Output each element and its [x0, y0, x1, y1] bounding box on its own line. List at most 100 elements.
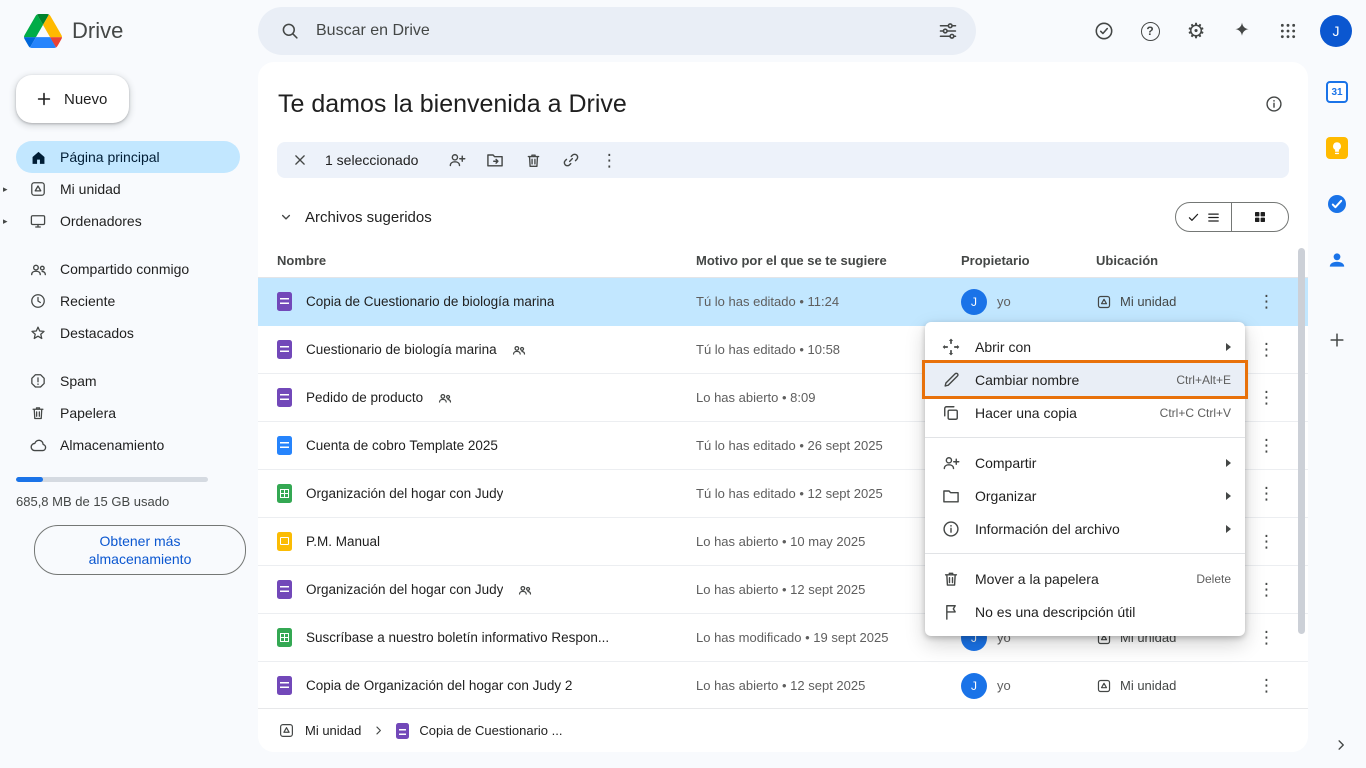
- column-header-owner[interactable]: Propietario: [961, 253, 1096, 268]
- menu-item[interactable]: Información del archivo: [925, 512, 1245, 545]
- row-more-button[interactable]: ⋮: [1244, 532, 1289, 552]
- storage-usage-text: 685,8 MB de 15 GB usado: [16, 494, 242, 509]
- menu-shortcut: Ctrl+Alt+E: [1176, 373, 1231, 387]
- home-icon: [28, 147, 48, 167]
- contacts-icon[interactable]: [1325, 248, 1349, 272]
- share-add-person-icon[interactable]: [440, 143, 474, 177]
- trash-icon: [941, 569, 961, 589]
- grid-view-button[interactable]: [1232, 203, 1288, 231]
- trash-icon[interactable]: [516, 143, 550, 177]
- sidebar-item-trash[interactable]: Papelera: [16, 397, 240, 429]
- menu-item-label: Abrir con: [975, 339, 1212, 355]
- menu-item[interactable]: Hacer una copia Ctrl+C Ctrl+V: [925, 396, 1245, 429]
- menu-item-label: Hacer una copia: [975, 405, 1146, 421]
- gemini-sparkle-icon[interactable]: [1222, 11, 1262, 51]
- info-icon[interactable]: [1264, 94, 1284, 114]
- sidebar-item-computers[interactable]: ▸ Ordenadores: [16, 205, 240, 237]
- sidebar-item-starred[interactable]: Destacados: [16, 317, 240, 349]
- new-button[interactable]: Nuevo: [16, 75, 129, 123]
- file-name: Cuestionario de biología marina: [306, 342, 497, 357]
- breadcrumb-item-my-drive[interactable]: Mi unidad: [305, 723, 361, 738]
- settings-gear-icon[interactable]: ⚙: [1176, 11, 1216, 51]
- link-icon[interactable]: [554, 143, 588, 177]
- row-more-button[interactable]: ⋮: [1244, 676, 1289, 696]
- sidebar-item-my-drive[interactable]: ▸ Mi unidad: [16, 173, 240, 205]
- docs-file-icon: [277, 436, 292, 455]
- sidebar-item-shared-with-me[interactable]: Compartido conmigo: [16, 253, 240, 285]
- column-header-location[interactable]: Ubicación: [1096, 253, 1244, 268]
- file-info-icon: [941, 519, 961, 539]
- row-more-button[interactable]: ⋮: [1244, 484, 1289, 504]
- menu-shortcut: Ctrl+C Ctrl+V: [1160, 406, 1231, 420]
- row-more-button[interactable]: ⋮: [1244, 340, 1289, 360]
- column-header-name[interactable]: Nombre: [277, 253, 696, 268]
- scrollbar-thumb[interactable]: [1298, 248, 1305, 634]
- submenu-arrow-icon: [1226, 492, 1231, 500]
- get-more-storage-button[interactable]: Obtener más almacenamiento: [34, 525, 246, 575]
- file-reason: Tú lo has editado • 10:58: [696, 342, 961, 357]
- row-more-button[interactable]: ⋮: [1244, 628, 1289, 648]
- owner-name: yo: [997, 294, 1011, 309]
- row-more-button[interactable]: ⋮: [1244, 580, 1289, 600]
- row-more-button[interactable]: ⋮: [1244, 388, 1289, 408]
- menu-item[interactable]: Cambiar nombre Ctrl+Alt+E: [925, 363, 1245, 396]
- add-side-panel-app-icon[interactable]: [1325, 328, 1349, 352]
- menu-item[interactable]: Abrir con: [925, 330, 1245, 363]
- sidebar: Nuevo Página principal ▸ Mi unidad ▸: [0, 62, 258, 768]
- folder-icon: [941, 486, 961, 506]
- expand-arrow-icon[interactable]: ▸: [3, 184, 8, 195]
- file-row[interactable]: Copia de Organización del hogar con Judy…: [258, 662, 1308, 710]
- breadcrumb-item-current-file[interactable]: Copia de Cuestionario ...: [419, 723, 562, 738]
- expand-side-panel-icon[interactable]: [1332, 736, 1350, 754]
- expand-arrow-icon[interactable]: ▸: [3, 216, 8, 227]
- file-name: Organización del hogar con Judy: [306, 486, 503, 501]
- column-header-reason[interactable]: Motivo por el que se te sugiere: [696, 253, 961, 268]
- row-more-button[interactable]: ⋮: [1244, 292, 1289, 312]
- row-more-button[interactable]: ⋮: [1244, 436, 1289, 456]
- menu-shortcut: Delete: [1196, 572, 1231, 586]
- search-options-icon[interactable]: [930, 13, 966, 49]
- close-selection-icon[interactable]: [283, 143, 317, 177]
- chevron-right-icon: [371, 723, 386, 738]
- search-input[interactable]: [314, 21, 924, 41]
- drive-logo-area[interactable]: Drive: [0, 14, 258, 48]
- apps-grid-icon[interactable]: [1268, 11, 1308, 51]
- copy-icon: [941, 403, 961, 423]
- sidebar-item-label: Mi unidad: [60, 181, 121, 197]
- sidebar-item-recent[interactable]: Reciente: [16, 285, 240, 317]
- help-icon[interactable]: ?: [1130, 11, 1170, 51]
- menu-divider: [925, 553, 1245, 554]
- menu-item[interactable]: Organizar: [925, 479, 1245, 512]
- list-view-button[interactable]: [1176, 203, 1232, 231]
- storage-progress-fill: [16, 477, 43, 482]
- offline-status-icon[interactable]: [1084, 11, 1124, 51]
- owner-name: yo: [997, 678, 1011, 693]
- collapse-section-icon[interactable]: [277, 208, 295, 226]
- submenu-arrow-icon: [1226, 459, 1231, 467]
- file-reason: Tú lo has editado • 12 sept 2025: [696, 486, 961, 501]
- tasks-icon[interactable]: [1325, 192, 1349, 216]
- forms-file-icon: [277, 388, 292, 407]
- search-icon[interactable]: [272, 13, 308, 49]
- shared-people-icon: [511, 342, 527, 358]
- keep-icon[interactable]: [1325, 136, 1349, 160]
- sidebar-item-home[interactable]: Página principal: [16, 141, 240, 173]
- more-actions-icon[interactable]: ⋮: [592, 143, 626, 177]
- sidebar-item-label: Destacados: [60, 325, 134, 341]
- search-bar[interactable]: [258, 7, 976, 55]
- file-row[interactable]: Copia de Cuestionario de biología marina…: [258, 278, 1308, 326]
- calendar-icon[interactable]: 31: [1325, 80, 1349, 104]
- file-reason: Tú lo has editado • 26 sept 2025: [696, 438, 961, 453]
- menu-item[interactable]: No es una descripción útil: [925, 595, 1245, 628]
- file-name: Copia de Cuestionario de biología marina: [306, 294, 554, 309]
- list-view-icon: [1206, 210, 1221, 225]
- new-button-label: Nuevo: [64, 91, 107, 108]
- menu-item[interactable]: Compartir: [925, 446, 1245, 479]
- menu-item[interactable]: Mover a la papelera Delete: [925, 562, 1245, 595]
- sidebar-item-storage[interactable]: Almacenamiento: [16, 429, 240, 461]
- account-avatar[interactable]: J: [1320, 15, 1352, 47]
- sidebar-item-spam[interactable]: Spam: [16, 365, 240, 397]
- spam-icon: [28, 371, 48, 391]
- forms-file-icon: [277, 292, 292, 311]
- move-to-folder-icon[interactable]: [478, 143, 512, 177]
